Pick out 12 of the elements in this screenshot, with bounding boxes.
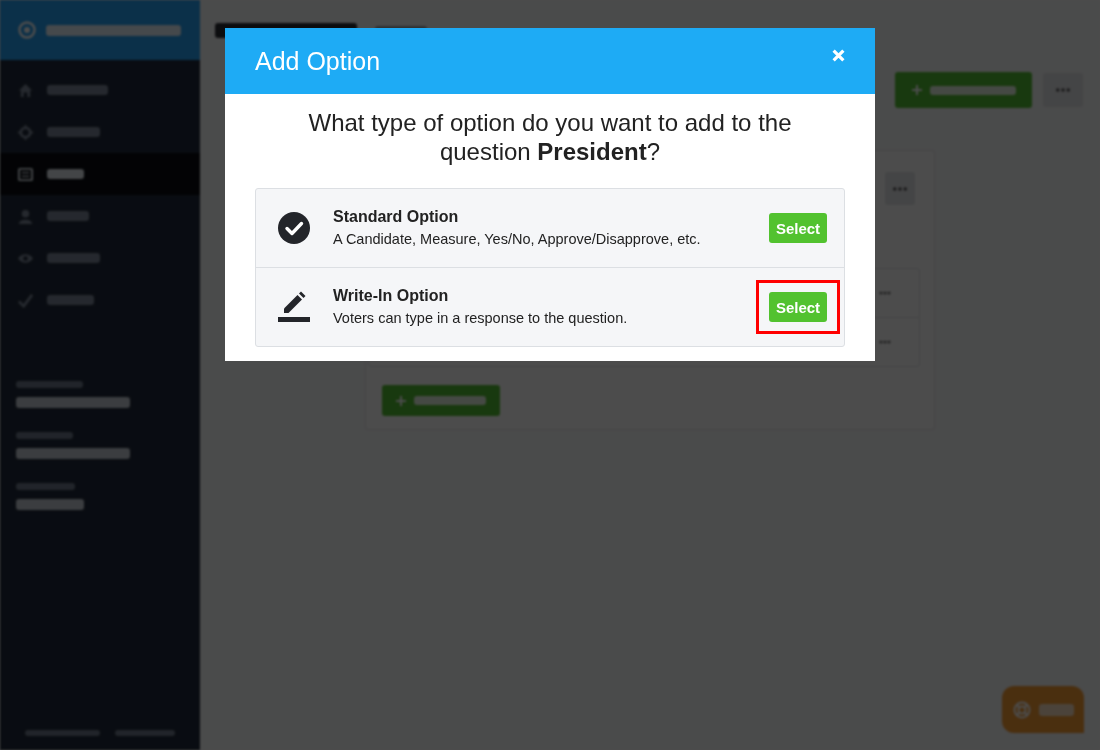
close-icon xyxy=(832,49,845,62)
option-title: Write-In Option xyxy=(333,286,449,306)
pencil-icon xyxy=(278,291,310,323)
option-description: Voters can type in a response to the question. xyxy=(333,309,628,328)
option-description: A Candidate, Measure, Yes/No, Approve/Disapprove, etc. xyxy=(333,230,701,249)
check-circle-icon xyxy=(278,212,310,244)
select-button[interactable]: Select xyxy=(769,292,827,322)
modal-question: What type of option do you want to add to the question President? xyxy=(307,108,793,166)
select-button[interactable]: Select xyxy=(769,213,827,243)
close-button[interactable] xyxy=(832,49,845,62)
modal-title: Add Option xyxy=(255,46,381,76)
option-title: Standard Option xyxy=(333,207,459,227)
